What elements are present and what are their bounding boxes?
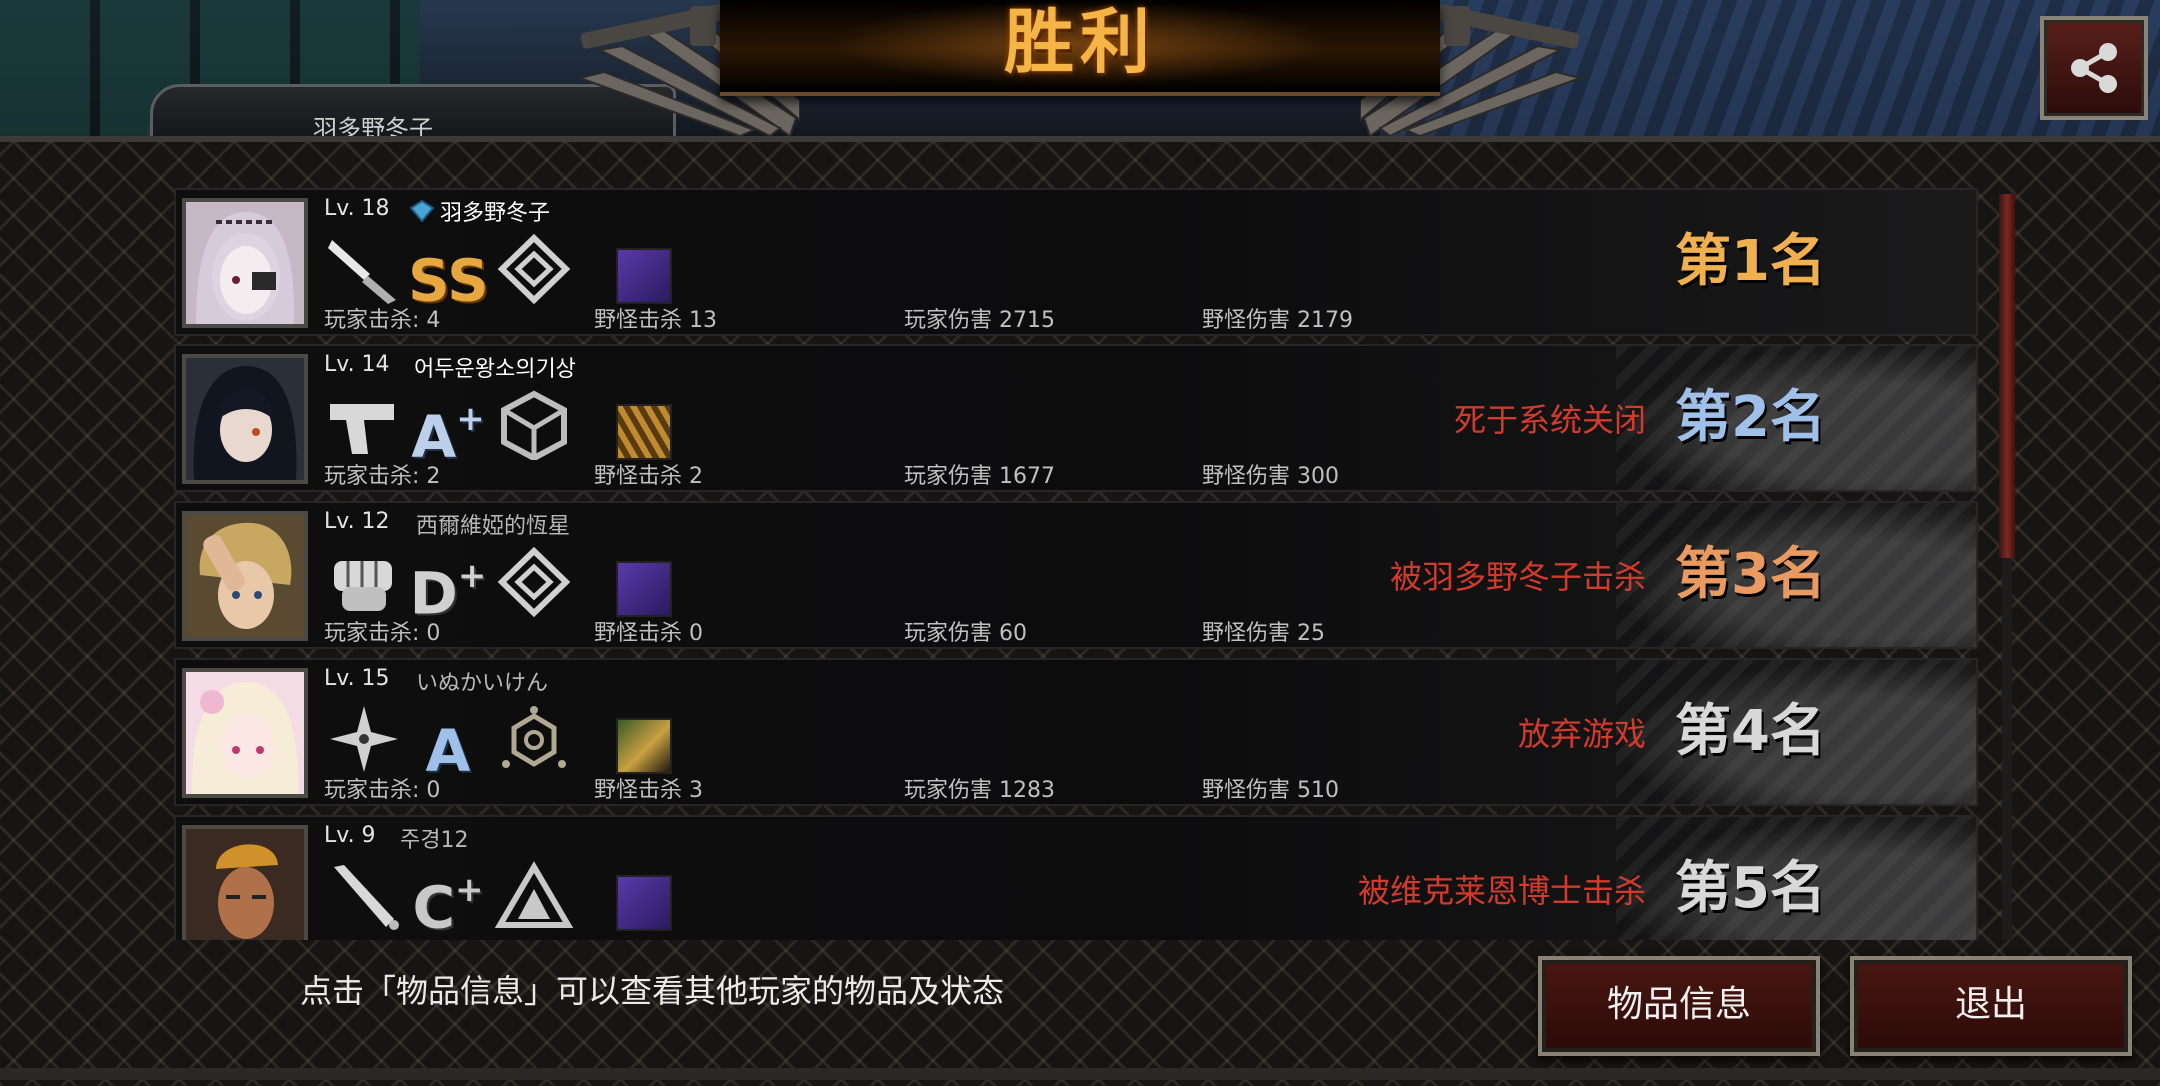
- placement-rank: 第3名: [1675, 542, 1826, 607]
- player-name: 西爾維婭的恆星: [416, 514, 571, 539]
- victory-title: 胜利: [1004, 1, 1156, 83]
- monster-kills: 野怪击杀 0: [594, 621, 703, 646]
- player-kills: 玩家击杀: 0: [324, 778, 441, 803]
- exit-button[interactable]: 退出: [1850, 956, 2132, 1056]
- player-row-3[interactable]: Lv. 12 西爾維婭的恆星 D+ 玩家击杀: 0 野怪击杀 0 玩家伤害 60…: [174, 501, 1978, 649]
- scrollbar-thumb[interactable]: [1999, 194, 2015, 558]
- player-row-1[interactable]: Lv. 18 羽多野冬子 SS 玩家击杀: 4 野怪击杀 13 玩家伤害 271…: [174, 188, 1978, 336]
- grade-plus: +: [457, 556, 487, 596]
- grade-letter: C: [412, 873, 456, 940]
- player-avatar: [182, 198, 308, 328]
- monster-damage: 野怪伤害 2179: [1202, 308, 1353, 333]
- fist-icon: [324, 547, 404, 617]
- player-avatar: [182, 511, 308, 641]
- share-icon: [2071, 43, 2117, 93]
- player-name: 羽多野冬子: [440, 201, 551, 226]
- player-avatar: [182, 668, 308, 798]
- player-damage: 玩家伤害 1677: [904, 464, 1055, 489]
- knife-icon: [324, 234, 404, 304]
- grade-badge: SS: [408, 234, 489, 314]
- player-kills: 玩家击杀: 2: [324, 464, 441, 489]
- triangle-emblem-icon: [494, 861, 574, 931]
- player-level: Lv. 14: [324, 352, 390, 377]
- diamond-badge-icon: [410, 200, 434, 222]
- player-damage: 玩家伤害 2715: [904, 308, 1055, 333]
- player-name: 어두운왕소의기상: [414, 357, 576, 382]
- grade-badge: A+: [408, 390, 488, 470]
- item-slot-icon[interactable]: [616, 404, 672, 460]
- player-level: Lv. 12: [324, 509, 390, 534]
- monster-kills: 野怪击杀 3: [594, 778, 703, 803]
- player-name: いぬかいけん: [416, 671, 549, 696]
- placement-rank: 第2名: [1675, 385, 1826, 450]
- player-avatar: [182, 825, 308, 940]
- item-info-button[interactable]: 物品信息: [1538, 956, 1820, 1056]
- grade-plus: +: [456, 399, 485, 439]
- item-slot-icon[interactable]: [616, 561, 672, 617]
- item-slot-icon[interactable]: [616, 718, 672, 774]
- placement-rank: 第5名: [1675, 856, 1826, 921]
- player-name: 주경12: [400, 828, 469, 853]
- cube-emblem-icon: [494, 390, 574, 462]
- grade-badge: C+: [408, 861, 488, 940]
- placement-rank: 第1名: [1675, 229, 1826, 294]
- player-row-2[interactable]: Lv. 14 어두운왕소의기상 A+ 玩家击杀: 2 野怪击杀 2 玩家伤害 1…: [174, 344, 1978, 492]
- player-level: Lv. 15: [324, 666, 390, 691]
- player-kills: 玩家击杀: 4: [324, 308, 441, 333]
- player-kills: 玩家击杀: 0: [324, 621, 441, 646]
- death-reason: 放弃游戏: [1517, 715, 1646, 753]
- pistol-icon: [324, 390, 404, 460]
- share-button[interactable]: [2040, 16, 2148, 120]
- hexagon-emblem-icon: [494, 704, 574, 774]
- monster-kills: 野怪击杀 13: [594, 308, 717, 333]
- player-level: Lv. 18: [324, 196, 390, 221]
- shuriken-icon: [324, 704, 404, 774]
- grade-badge: D+: [408, 547, 488, 627]
- death-reason: 被维克莱恩博士击杀: [1357, 872, 1646, 910]
- bat-icon: [324, 861, 404, 931]
- player-level: Lv. 9: [324, 823, 376, 848]
- monster-damage: 野怪伤害 25: [1202, 621, 1325, 646]
- player-row-4[interactable]: Lv. 15 いぬかいけん A 玩家击杀: 0 野怪击杀 3 玩家伤害 1283…: [174, 658, 1978, 806]
- monster-kills: 野怪击杀 2: [594, 464, 703, 489]
- hint-text: 点击「物品信息」可以查看其他玩家的物品及状态: [300, 972, 1005, 1010]
- grade-badge: A: [408, 704, 488, 784]
- death-reason: 死于系统关闭: [1453, 401, 1646, 439]
- diamond-emblem-icon: [494, 546, 574, 618]
- player-damage: 玩家伤害 1283: [904, 778, 1055, 803]
- bottom-border: [0, 1068, 2160, 1080]
- player-avatar: [182, 354, 308, 484]
- item-slot-icon[interactable]: [616, 248, 672, 304]
- player-row-5[interactable]: Lv. 9 주경12 C+ 被维克莱恩博士击杀 第5名: [174, 815, 1978, 940]
- item-slot-icon[interactable]: [616, 875, 672, 931]
- death-reason: 被羽多野冬子击杀: [1389, 558, 1646, 596]
- player-results-list[interactable]: Lv. 18 羽多野冬子 SS 玩家击杀: 4 野怪击杀 13 玩家伤害 271…: [166, 188, 1986, 940]
- grade-plus: +: [455, 870, 484, 910]
- placement-rank: 第4名: [1675, 699, 1826, 764]
- diamond-emblem-icon: [494, 233, 574, 305]
- monster-damage: 野怪伤害 510: [1202, 778, 1339, 803]
- monster-damage: 野怪伤害 300: [1202, 464, 1339, 489]
- player-damage: 玩家伤害 60: [904, 621, 1027, 646]
